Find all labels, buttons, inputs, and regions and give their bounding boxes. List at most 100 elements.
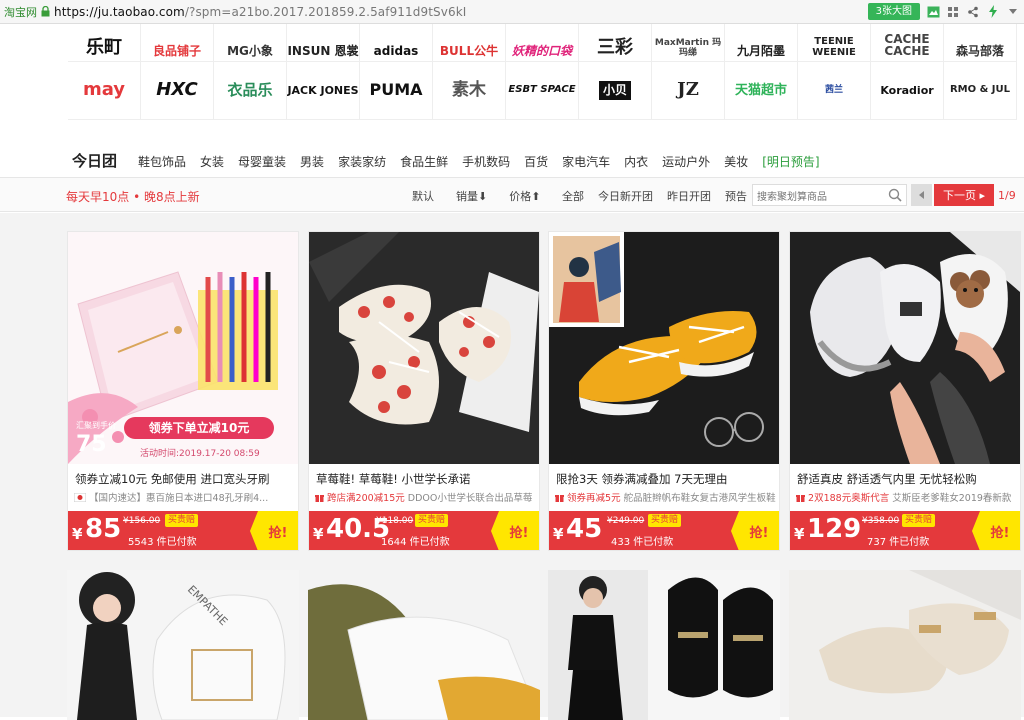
brand-logo[interactable]: JZ	[652, 62, 725, 120]
brand-logo[interactable]: INSUN 恩裳	[287, 24, 360, 62]
grab-button[interactable]: 抢!	[731, 511, 779, 550]
price-bar: ¥ 45 ¥249.00 买贵赔 433 件已付款 抢!	[549, 511, 779, 550]
product-image[interactable]	[549, 232, 779, 464]
sort-option[interactable]: 默认	[412, 188, 434, 204]
site-badge[interactable]: 淘宝网	[0, 4, 38, 20]
product-card[interactable]: 汇聚到手价 75 领券下单立减10元 活动时间:2019.17-20 08:59…	[67, 231, 299, 551]
brand-logo[interactable]: 森马部落	[944, 24, 1017, 62]
product-image[interactable]	[548, 570, 780, 720]
category-item[interactable]: 内衣	[624, 153, 648, 170]
brand-logo[interactable]: MG小象	[214, 24, 287, 62]
brand-logo[interactable]: 素木	[433, 62, 506, 120]
product-image[interactable]: 汇聚到手价 75 领券下单立减10元 活动时间:2019.17-20 08:59	[68, 232, 298, 464]
japan-flag-icon	[74, 492, 87, 503]
time-filter-option[interactable]: 预告	[725, 188, 747, 204]
product-card[interactable]	[789, 570, 1021, 720]
prev-page-button[interactable]	[911, 184, 932, 206]
grab-button[interactable]: 抢!	[250, 511, 298, 550]
category-item[interactable]: 家装家纺	[338, 153, 386, 170]
share-icon[interactable]	[966, 5, 980, 19]
grab-button[interactable]: 抢!	[491, 511, 539, 550]
search-input[interactable]	[753, 187, 883, 208]
product-card[interactable]: EMPATHE	[67, 570, 299, 720]
brand-logo[interactable]: 天猫超市	[725, 62, 798, 120]
next-page-button[interactable]: 下一页 ▸	[934, 184, 994, 206]
product-image[interactable]	[309, 232, 539, 464]
time-filters: 全部 今日新开团 昨日开团 预告	[562, 188, 747, 204]
brand-logo[interactable]: 妖精的口袋	[506, 24, 579, 62]
product-title[interactable]: 草莓鞋! 草莓鞋! 小世学长承诺	[316, 471, 471, 487]
product-image[interactable]	[789, 570, 1021, 720]
brand-logo[interactable]: CACHE CACHE	[871, 24, 944, 62]
brand-logo[interactable]: may	[68, 62, 141, 120]
category-item[interactable]: 美妆	[724, 153, 748, 170]
brand-logo[interactable]: 良品铺子	[141, 24, 214, 62]
category-item[interactable]: 男装	[300, 153, 324, 170]
sold-count: 433 件已付款	[611, 537, 674, 548]
brand-logo[interactable]: MaxMartin 玛玛绨	[652, 24, 725, 62]
brand-logo[interactable]: 衣品乐	[214, 62, 287, 120]
category-item[interactable]: 运动户外	[662, 153, 710, 170]
brand-name: 小贝	[598, 81, 631, 100]
search-icon[interactable]	[888, 188, 902, 202]
product-image[interactable]	[790, 232, 1020, 464]
brand-logo[interactable]: 三彩	[579, 24, 652, 62]
category-item[interactable]: 女装	[200, 153, 224, 170]
menu-chevron-icon[interactable]	[1006, 5, 1020, 19]
brand-logo[interactable]: PUMA	[360, 62, 433, 120]
product-title[interactable]: 限抢3天 领券满减叠加 7天无理由	[556, 471, 727, 487]
sold-count: 737 件已付款	[867, 537, 930, 548]
category-item[interactable]: 食品生鲜	[400, 153, 448, 170]
brand-logo[interactable]: 茜兰	[798, 62, 871, 120]
category-item[interactable]: [明日预告]	[762, 153, 819, 170]
price-guarantee-tag: 买贵赔	[902, 514, 936, 527]
brand-logo[interactable]: BULL公牛	[433, 24, 506, 62]
brand-logo[interactable]: HXC	[141, 62, 214, 120]
product-image[interactable]	[308, 570, 540, 720]
image-icon[interactable]	[926, 5, 940, 19]
original-price: ¥118.00	[376, 516, 414, 526]
category-item[interactable]: 母婴童装	[238, 153, 286, 170]
brand-logo[interactable]: ESBT SPACE	[506, 62, 579, 120]
url-host: https://ju.taobao.com	[54, 4, 185, 19]
brand-logo[interactable]: 小贝	[579, 62, 652, 120]
grab-button[interactable]: 抢!	[972, 511, 1020, 550]
product-card[interactable]: 限抢3天 领券满减叠加 7天无理由 领券再减5元 舵品脏辫帆布鞋女复古港风学生板…	[548, 231, 780, 551]
time-filter-option[interactable]: 昨日开团	[667, 188, 711, 204]
currency-symbol: ¥	[72, 525, 83, 543]
brand-name: 乐町	[86, 37, 122, 59]
product-card[interactable]	[548, 570, 780, 720]
sort-option[interactable]: 价格⬆	[509, 188, 540, 204]
price-guarantee-tag: 买贵赔	[648, 514, 682, 527]
screenshot-button[interactable]: 3张大图	[867, 3, 920, 20]
product-image[interactable]: EMPATHE	[67, 570, 299, 720]
time-filter-option[interactable]: 今日新开团	[598, 188, 653, 204]
brand-logo[interactable]: Koradior	[871, 62, 944, 120]
product-card[interactable]: 舒适真皮 舒适透气内里 无忧轻松购 2双188元奥斯代言 艾斯臣老爹鞋女2019…	[789, 231, 1021, 551]
product-subtitle-text: 【国内速达】惠百施日本进口48孔牙刷4...	[89, 493, 269, 504]
url-path: /?spm=a21bo.2017.201859.2.5af911d9tSv6kI	[184, 4, 467, 19]
brand-name: TEENIE WEENIE	[812, 36, 856, 58]
brand-logo[interactable]: JACK JONES	[287, 62, 360, 120]
promo-label: 跨店满200减15元	[327, 493, 405, 504]
product-title[interactable]: 领券立减10元 免邮使用 进口宽头牙刷	[75, 471, 269, 487]
category-item[interactable]: 手机数码	[462, 153, 510, 170]
category-item[interactable]: 家电汽车	[562, 153, 610, 170]
product-card[interactable]: 草莓鞋! 草莓鞋! 小世学长承诺 跨店满200减15元 DDOO小世学长联合出品…	[308, 231, 540, 551]
sort-option[interactable]: 销量⬇	[456, 188, 487, 204]
brand-logo[interactable]: adidas	[360, 24, 433, 62]
url-field[interactable]: https://ju.taobao.com/?spm=a21bo.2017.20…	[54, 5, 466, 19]
brand-logo[interactable]: TEENIE WEENIE	[798, 24, 871, 62]
time-filter-option[interactable]: 全部	[562, 188, 584, 204]
grid-icon[interactable]	[946, 5, 960, 19]
product-title[interactable]: 舒适真皮 舒适透气内里 无忧轻松购	[797, 471, 977, 487]
category-item[interactable]: 百货	[524, 153, 548, 170]
product-card[interactable]	[308, 570, 540, 720]
coupon-banner: 领券下单立减10元	[124, 417, 274, 439]
brand-logo[interactable]: 九月陌墨	[725, 24, 798, 62]
brand-logo[interactable]: 乐町	[68, 24, 141, 62]
brand-logo[interactable]: RMO & JUL	[944, 62, 1017, 120]
today-deals-title[interactable]: 今日团	[72, 150, 117, 171]
category-item[interactable]: 鞋包饰品	[138, 153, 186, 170]
lightning-icon[interactable]	[986, 5, 1000, 19]
